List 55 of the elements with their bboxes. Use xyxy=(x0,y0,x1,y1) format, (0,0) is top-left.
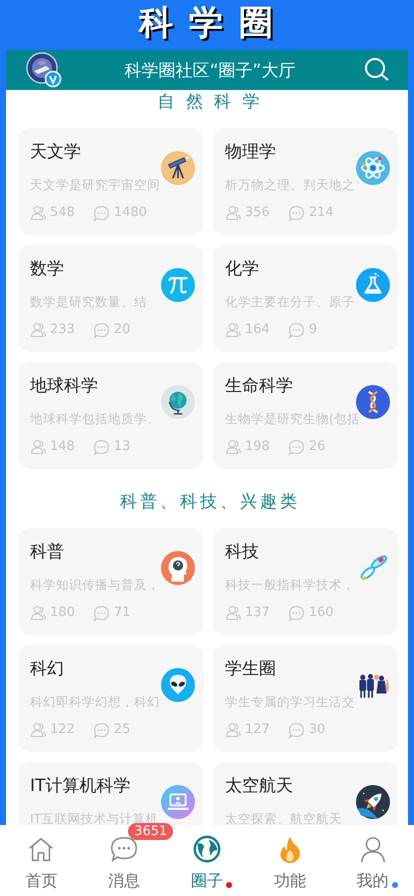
card-title: 化学 xyxy=(225,258,260,280)
members-icon xyxy=(30,605,46,621)
head-question-icon xyxy=(161,551,195,585)
comments-icon xyxy=(288,438,305,456)
comments-icon xyxy=(288,322,305,338)
card-title: 物理学 xyxy=(225,141,277,163)
alien-icon xyxy=(161,668,195,702)
globe-icon xyxy=(192,835,222,865)
search-icon[interactable] xyxy=(364,57,390,83)
card-title: 太空航天 xyxy=(225,775,294,797)
card-title: 天文学 xyxy=(30,141,82,163)
card-title: 生命科学 xyxy=(225,375,294,397)
members-icon xyxy=(30,439,46,455)
tab-item[interactable]: 功能 xyxy=(274,871,306,891)
card-title: 科幻 xyxy=(30,658,65,680)
header-title: 科学圈社区“圈子”大厅 xyxy=(124,60,296,82)
members-icon xyxy=(30,722,46,738)
unread-badge: 3651 xyxy=(128,823,174,840)
card-title: 地球科学 xyxy=(30,375,99,397)
comments-icon xyxy=(92,604,110,622)
comments-icon xyxy=(92,322,110,338)
pi-icon xyxy=(161,268,195,302)
comments-icon xyxy=(288,722,305,738)
rocket-icon xyxy=(356,785,390,819)
comments-icon xyxy=(92,722,110,738)
atom-icon xyxy=(356,151,390,185)
members-icon xyxy=(225,322,241,338)
app-title: 科 学 圈 xyxy=(139,2,275,45)
card-title: 数学 xyxy=(30,258,65,280)
tab-item[interactable]: 圈子 xyxy=(190,871,223,891)
card-title: 科普 xyxy=(30,541,65,563)
chat-icon xyxy=(109,835,140,865)
card-title: IT计算机科学 xyxy=(30,775,132,797)
laptop-icon xyxy=(161,785,195,819)
globe-icon xyxy=(161,385,195,419)
members-icon xyxy=(30,205,46,221)
tab-item[interactable]: 消息 xyxy=(108,871,140,891)
members-icon xyxy=(225,439,241,455)
telescope-icon xyxy=(161,151,195,185)
section-heading: 科普、科技、兴趣类 xyxy=(119,491,301,514)
comments-icon xyxy=(92,204,110,222)
members-icon xyxy=(30,322,46,338)
tab-item[interactable]: 我的 xyxy=(356,871,389,891)
section-heading: 自 然 科 学 xyxy=(156,91,264,114)
members-icon xyxy=(225,605,241,621)
members-icon xyxy=(225,722,241,738)
avatar-icon[interactable] xyxy=(26,52,62,88)
card-title: 学生圈 xyxy=(225,658,277,680)
comments-icon xyxy=(288,604,305,622)
comments-icon xyxy=(288,204,305,222)
members-icon xyxy=(225,205,241,221)
tab-item[interactable]: 首页 xyxy=(25,871,58,891)
flask-icon xyxy=(356,268,390,302)
card-title: 科技 xyxy=(225,541,260,563)
comments-icon xyxy=(92,438,110,456)
